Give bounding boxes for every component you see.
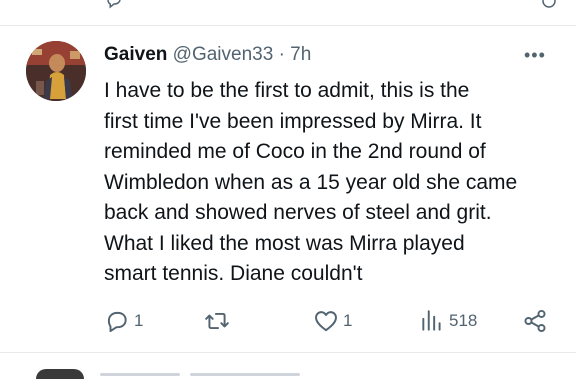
- tweet[interactable]: Gaiven @Gaiven33 · 7h ••• I have to be t…: [0, 26, 576, 352]
- reply-icon: [107, 311, 127, 333]
- separator-dot: ·: [278, 44, 285, 65]
- tweet-text-line: I have to be the first to admit, this is…: [104, 79, 470, 102]
- tweet-text-line: reminded me of Coco in the 2nd round of: [104, 140, 486, 163]
- author-handle[interactable]: @Gaiven33: [173, 44, 274, 65]
- avatar[interactable]: [26, 41, 86, 101]
- like-count: 1: [343, 311, 353, 330]
- tweet-text-line: smart tennis. Diane couldn't: [104, 262, 363, 285]
- retweet-button[interactable]: [204, 307, 234, 335]
- reply-icon[interactable]: [105, 0, 123, 10]
- views-icon: [422, 310, 441, 331]
- tweet-time[interactable]: 7h: [290, 44, 311, 65]
- tweet-text-line: Wimbledon when as a 15 year old she came: [104, 170, 518, 194]
- reply-count: 1: [134, 311, 144, 330]
- next-avatar[interactable]: [36, 369, 84, 379]
- views-button[interactable]: 518: [419, 307, 477, 335]
- tweet-text-line: first time I've been impressed by Mirra.…: [104, 109, 482, 133]
- tweet-text: I have to be the first to admit, this is…: [104, 76, 544, 290]
- reply-button[interactable]: 1: [104, 307, 143, 335]
- tweet-header: Gaiven @Gaiven33 · 7h: [104, 42, 311, 68]
- heart-icon: [315, 311, 337, 332]
- more-icon[interactable]: •••: [524, 46, 550, 64]
- avatar-image: [26, 41, 86, 101]
- views-count: 518: [449, 311, 478, 330]
- tweet-actions: 1 1 518: [104, 307, 554, 335]
- tweet-text-line: What I liked the most was Mirra played: [104, 231, 465, 255]
- retweet-icon: [205, 312, 229, 330]
- author-name[interactable]: Gaiven: [104, 44, 167, 65]
- previous-tweet-actions: [0, 0, 576, 18]
- share-icon[interactable]: [540, 0, 558, 10]
- next-tweet-preview: [0, 353, 576, 379]
- share-button[interactable]: [522, 307, 548, 335]
- like-button[interactable]: 1: [313, 307, 352, 335]
- tweet-text-line: back and showed nerves of steel and grit…: [104, 201, 492, 224]
- share-icon: [524, 309, 546, 333]
